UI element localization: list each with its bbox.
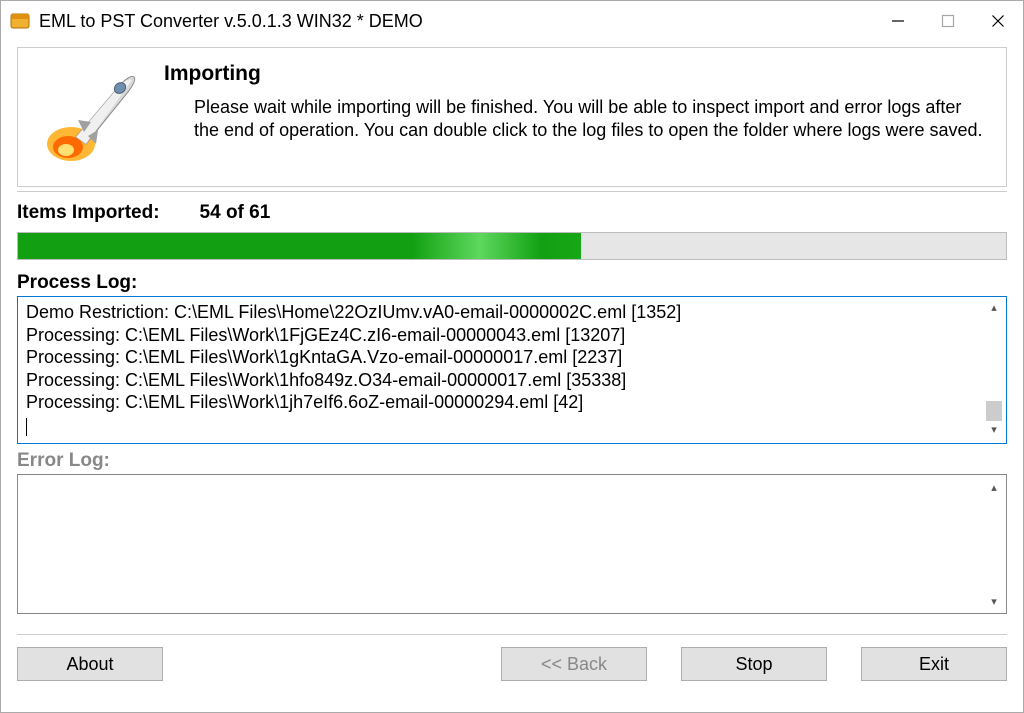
scroll-up-icon[interactable]: ▴ [984, 299, 1004, 319]
error-log-label: Error Log: [17, 450, 1007, 472]
progress-bar [17, 232, 1007, 260]
exit-button[interactable]: Exit [861, 647, 1007, 681]
header-panel: Importing Please wait while importing wi… [17, 47, 1007, 187]
titlebar: EML to PST Converter v.5.0.1.3 WIN32 * D… [1, 1, 1023, 41]
button-row: About << Back Stop Exit [17, 634, 1007, 695]
process-log-content: Demo Restriction: C:\EML Files\Home\22Oz… [26, 301, 998, 414]
log-line: Processing: C:\EML Files\Work\1gKntaGA.V… [26, 346, 998, 369]
about-button[interactable]: About [17, 647, 163, 681]
process-log-box[interactable]: Demo Restriction: C:\EML Files\Home\22Oz… [17, 296, 1007, 444]
progress-label: Items Imported:54 of 61 [17, 202, 1007, 224]
minimize-button[interactable] [873, 1, 923, 41]
log-line: Demo Restriction: C:\EML Files\Home\22Oz… [26, 301, 998, 324]
rocket-icon [36, 62, 146, 172]
log-line: Processing: C:\EML Files\Work\1hfo849z.O… [26, 369, 998, 392]
close-button[interactable] [973, 1, 1023, 41]
stop-button[interactable]: Stop [681, 647, 827, 681]
scrollbar[interactable]: ▴ ▾ [984, 477, 1004, 611]
log-line: Processing: C:\EML Files\Work\1jh7eIf6.6… [26, 391, 998, 414]
header-description: Please wait while importing will be fini… [164, 96, 988, 143]
scroll-down-icon[interactable]: ▾ [984, 591, 1004, 611]
process-log-label: Process Log: [17, 272, 1007, 294]
error-log-box[interactable]: ▴ ▾ [17, 474, 1007, 614]
maximize-button[interactable] [923, 1, 973, 41]
separator [17, 191, 1007, 192]
header-title: Importing [164, 62, 988, 86]
app-icon [9, 10, 31, 32]
window-title: EML to PST Converter v.5.0.1.3 WIN32 * D… [39, 11, 873, 32]
scroll-down-icon[interactable]: ▾ [984, 421, 1004, 441]
text-caret [26, 418, 27, 436]
progress-fill [18, 233, 581, 259]
log-line: Processing: C:\EML Files\Work\1FjGEz4C.z… [26, 324, 998, 347]
scrollbar[interactable]: ▴ ▾ [984, 299, 1004, 441]
scroll-up-icon[interactable]: ▴ [984, 477, 1004, 497]
back-button: << Back [501, 647, 647, 681]
scroll-thumb[interactable] [986, 401, 1002, 421]
progress-count: 54 of 61 [200, 202, 271, 223]
